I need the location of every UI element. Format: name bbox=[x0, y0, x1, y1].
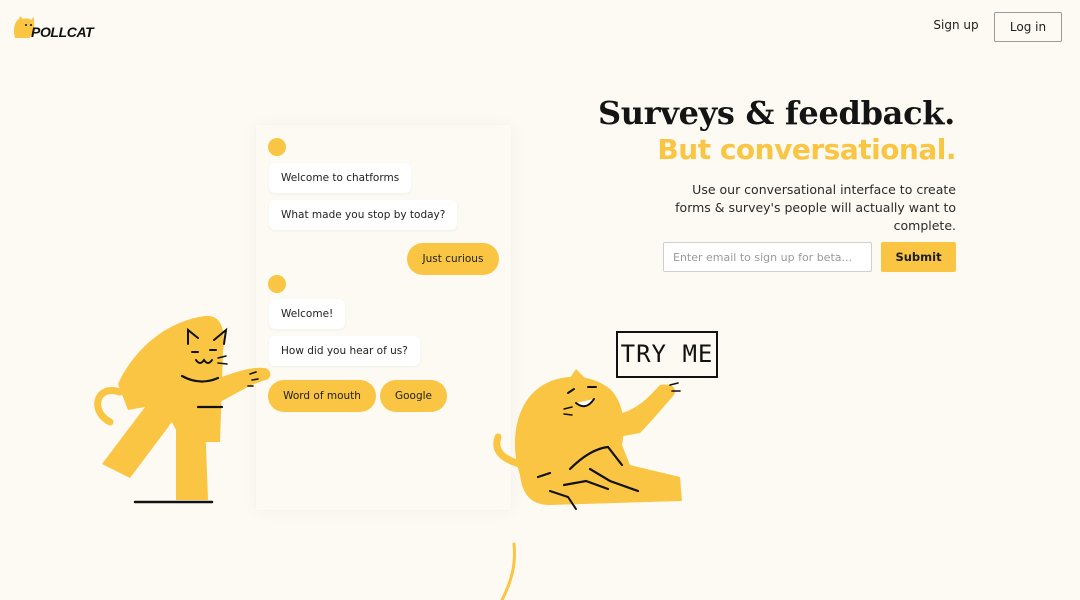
page-subtitle: But conversational. bbox=[657, 133, 956, 166]
cat-sitting-illustration bbox=[493, 369, 682, 510]
try-me-sign: TRY ME bbox=[616, 331, 718, 378]
bot-avatar bbox=[268, 138, 286, 156]
bot-message: What made you stop by today? bbox=[269, 200, 458, 230]
chat-preview-panel: Welcome to chatforms What made you stop … bbox=[256, 125, 511, 510]
submit-button[interactable]: Submit bbox=[881, 242, 956, 272]
page-title: Surveys & feedback. bbox=[597, 94, 955, 132]
decorative-curve bbox=[500, 542, 516, 600]
bot-avatar bbox=[268, 275, 286, 293]
option-word-of-mouth[interactable]: Word of mouth bbox=[268, 380, 376, 412]
brand-wordmark: POLLCAT bbox=[31, 24, 94, 40]
email-input[interactable] bbox=[663, 242, 872, 272]
cat-pointing-illustration bbox=[94, 315, 271, 504]
sign-up-link[interactable]: Sign up bbox=[930, 18, 982, 36]
option-google[interactable]: Google bbox=[380, 380, 447, 412]
hero-description: Use our conversational interface to crea… bbox=[675, 182, 956, 233]
user-reply[interactable]: Just curious bbox=[407, 243, 499, 275]
bot-message: Welcome to chatforms bbox=[269, 163, 412, 193]
bot-message: How did you hear of us? bbox=[269, 336, 420, 366]
brand-logo[interactable]: POLLCAT bbox=[13, 14, 94, 42]
bot-message: Welcome! bbox=[269, 299, 346, 329]
log-in-button[interactable]: Log in bbox=[994, 12, 1062, 42]
